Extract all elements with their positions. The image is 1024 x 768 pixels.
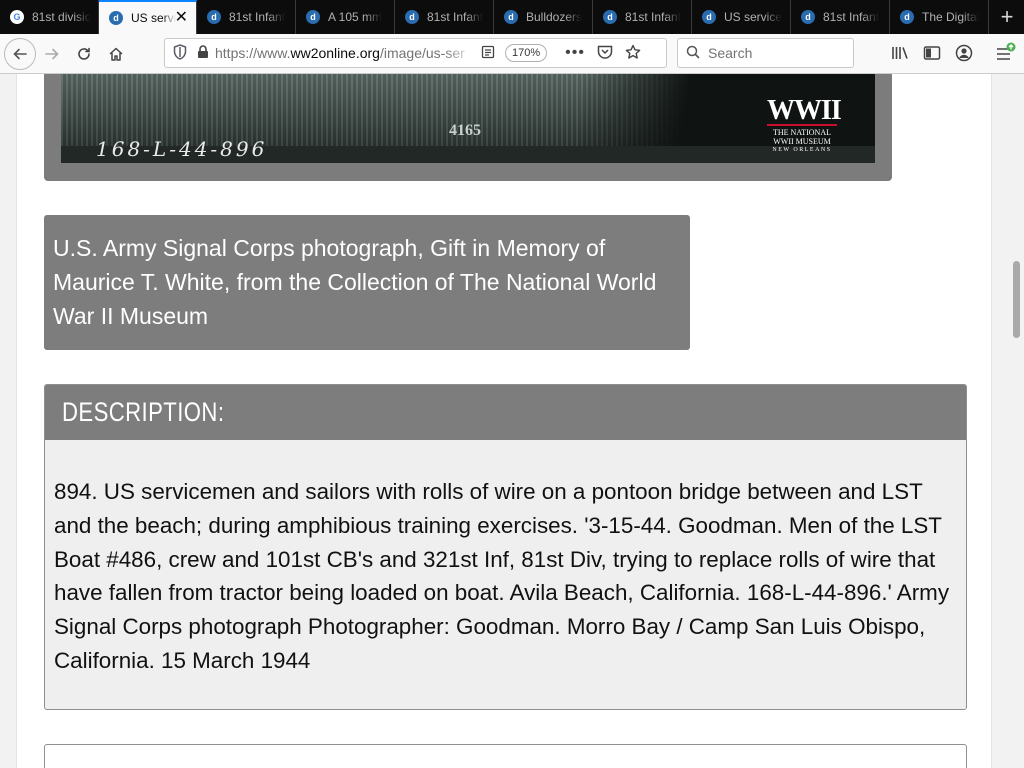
tab-8[interactable]: d 81st Infant	[791, 0, 890, 34]
archival-photo[interactable]: 4165 168-L-44-896 WWII THE NATIONAL WWII…	[61, 74, 875, 163]
reader-view-icon[interactable]	[481, 45, 495, 62]
menu-button[interactable]	[990, 38, 1020, 68]
museum-logo: WWII THE NATIONAL WWII MUSEUM NEW ORLEAN…	[767, 95, 842, 155]
next-panel	[44, 744, 967, 768]
tab-0[interactable]: G 81st divisio	[0, 0, 99, 34]
drupal-icon: d	[207, 10, 221, 24]
scrollbar-thumb[interactable]	[1013, 261, 1020, 338]
arrow-left-icon	[13, 48, 27, 59]
tab-2[interactable]: d 81st Infant	[197, 0, 296, 34]
account-icon	[955, 44, 973, 62]
tab-strip: G 81st divisio d US servi ✕ d 81st Infant dA…	[0, 0, 1024, 34]
drupal-icon: d	[306, 10, 320, 24]
home-icon	[109, 47, 123, 61]
drupal-icon: d	[504, 10, 518, 24]
tab-label: 81st Infant	[427, 10, 484, 24]
tab-9[interactable]: d The Digital	[890, 0, 989, 34]
back-button[interactable]	[4, 37, 36, 70]
tab-label: 81st divisio	[32, 10, 92, 24]
url-text[interactable]: https://www.ww2online.org/image/us-ser	[215, 45, 475, 61]
description-panel: DESCRIPTION: 894. US servicemen and sail…	[44, 384, 967, 710]
forward-button[interactable]	[36, 38, 68, 70]
drupal-icon: d	[603, 10, 617, 24]
sidebar-button[interactable]	[917, 38, 947, 68]
search-input[interactable]: Search	[677, 38, 854, 68]
page-viewport: 4165 168-L-44-896 WWII THE NATIONAL WWII…	[0, 74, 1024, 768]
reload-button[interactable]	[68, 38, 100, 70]
description-body: 894. US servicemen and sailors with roll…	[54, 479, 950, 673]
logo-mark: WWII	[767, 95, 842, 126]
tab-label: Bulldozers	[526, 10, 583, 24]
search-icon	[686, 45, 700, 62]
sidebar-icon	[923, 46, 941, 60]
image-credit: U.S. Army Signal Corps photograph, Gift …	[44, 215, 690, 350]
tab-7[interactable]: d US service	[692, 0, 791, 34]
tab-label: 81st Infant	[823, 10, 880, 24]
tab-label: 81st Infant	[229, 10, 286, 24]
url-bar[interactable]: https://www.ww2online.org/image/us-ser 1…	[164, 38, 667, 68]
drupal-icon: d	[405, 10, 419, 24]
image-frame: 4165 168-L-44-896 WWII THE NATIONAL WWII…	[44, 74, 892, 181]
logo-line-3: NEW ORLEANS	[772, 147, 832, 153]
tab-6[interactable]: d 81st Infant	[593, 0, 692, 34]
reload-icon	[78, 47, 90, 60]
scrollbar-track[interactable]	[1008, 74, 1024, 768]
photo-plate-number: 4165	[449, 122, 481, 139]
tab-label: US service	[724, 10, 783, 24]
tab-label: A 105 mm	[328, 10, 383, 24]
drupal-icon: d	[702, 10, 716, 24]
logo-line-2: WWII MUSEUM	[773, 137, 831, 146]
page-content: 4165 168-L-44-896 WWII THE NATIONAL WWII…	[16, 74, 992, 768]
home-button[interactable]	[100, 38, 132, 70]
photo-handwritten-caption: 168-L-44-896	[96, 137, 268, 161]
account-button[interactable]	[949, 38, 979, 68]
drupal-icon: d	[801, 10, 815, 24]
tab-4[interactable]: d 81st Infant	[395, 0, 494, 34]
logo-line-1: THE NATIONAL	[773, 128, 831, 137]
tab-label: 81st Infant	[625, 10, 682, 24]
google-icon: G	[10, 10, 24, 24]
navigation-toolbar: https://www.ww2online.org/image/us-ser 1…	[0, 34, 1024, 74]
bookmark-star-icon[interactable]	[625, 44, 641, 63]
library-icon	[892, 47, 908, 59]
new-tab-button[interactable]: +	[990, 0, 1024, 34]
tracking-protection-icon[interactable]	[173, 43, 187, 63]
tab-5[interactable]: d Bulldozers	[494, 0, 593, 34]
close-tab-icon[interactable]: ✕	[175, 10, 188, 26]
tab-label: US servi	[131, 11, 177, 25]
lock-icon[interactable]	[197, 44, 209, 62]
hamburger-menu-icon	[997, 42, 1016, 60]
drupal-icon: d	[109, 11, 123, 25]
tab-label: The Digital	[922, 10, 980, 24]
zoom-indicator[interactable]: 170%	[505, 44, 548, 62]
page-actions-icon[interactable]: •••	[565, 44, 585, 62]
library-button[interactable]	[885, 38, 915, 68]
description-heading: DESCRIPTION:	[45, 385, 966, 440]
tab-1-active[interactable]: d US servi ✕	[99, 0, 197, 34]
arrow-right-icon	[45, 48, 59, 59]
pocket-icon[interactable]	[597, 45, 613, 62]
search-placeholder: Search	[708, 45, 753, 61]
tab-3[interactable]: d A 105 mm	[296, 0, 395, 34]
drupal-icon: d	[900, 10, 914, 24]
